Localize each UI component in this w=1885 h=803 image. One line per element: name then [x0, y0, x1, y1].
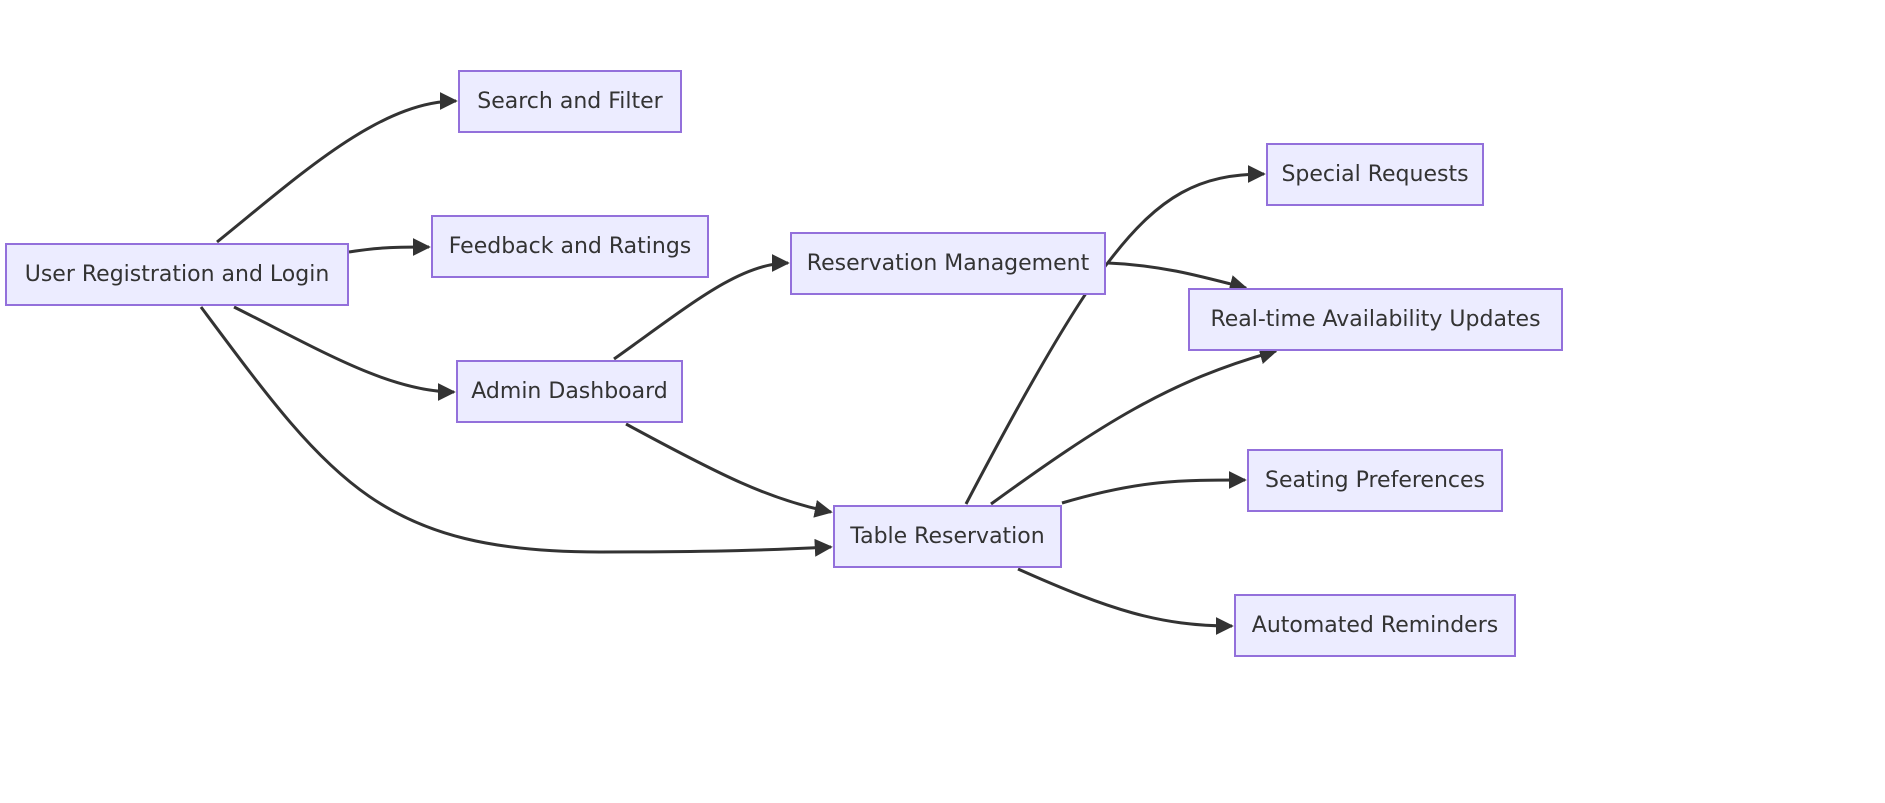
- node-seating-preferences[interactable]: Seating Preferences: [1247, 449, 1503, 512]
- edge-user-search: [216, 92, 458, 244]
- edge-table-seating: [1061, 471, 1247, 505]
- node-search-filter[interactable]: Search and Filter: [458, 70, 682, 133]
- node-table-reservation[interactable]: Table Reservation: [833, 505, 1062, 568]
- edge-resmgmt-realtime: [1107, 261, 1248, 293]
- edges-layer: [199, 92, 1278, 635]
- node-automated-reminders[interactable]: Automated Reminders: [1234, 594, 1516, 657]
- edge-admin-table: [625, 422, 833, 518]
- node-user-registration[interactable]: User Registration and Login: [5, 243, 349, 306]
- edge-user-table: [199, 306, 833, 557]
- node-reservation-management[interactable]: Reservation Management: [790, 232, 1106, 295]
- node-feedback-ratings[interactable]: Feedback and Ratings: [431, 215, 709, 278]
- edge-user-admin: [233, 305, 456, 401]
- edge-table-reminders: [1017, 567, 1234, 635]
- node-realtime-updates[interactable]: Real-time Availability Updates: [1188, 288, 1563, 351]
- node-special-requests[interactable]: Special Requests: [1266, 143, 1484, 206]
- edge-user-feedback: [348, 238, 431, 257]
- node-admin-dashboard[interactable]: Admin Dashboard: [456, 360, 683, 423]
